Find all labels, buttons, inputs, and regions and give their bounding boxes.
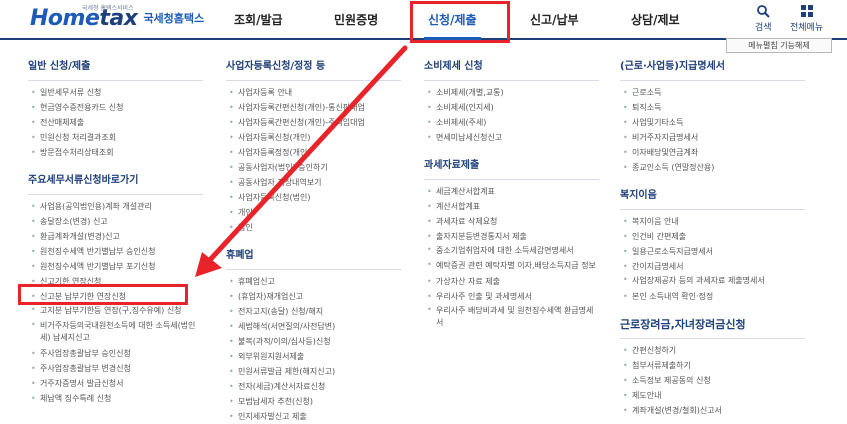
- section-title-earned-income-credit[interactable]: 근로장려금,자녀장려금신청: [620, 318, 805, 339]
- menu-item[interactable]: 전자고지(송달) 신청/해지: [226, 304, 401, 319]
- section-title-shortcuts[interactable]: 주요세무서류신청바로가기: [28, 174, 203, 195]
- nav-filing-payment[interactable]: 신고/납부: [530, 0, 579, 38]
- menu-item[interactable]: 주사업장총괄납부 승인신청: [28, 346, 203, 361]
- menu-item[interactable]: 원천징수세액 반기별납부 승인신청: [28, 244, 203, 259]
- menu-item[interactable]: 인지세자발신고 제출: [226, 409, 401, 424]
- menu-item[interactable]: 간이지급명세서: [620, 259, 805, 274]
- menu-item[interactable]: 공동사업자(법인) 승인하기: [226, 160, 401, 175]
- hometax-logo[interactable]: 국세청 홈택스서비스 Hometax 국세청홈택스: [30, 4, 204, 32]
- menu-item[interactable]: 고지분 납부기한등 연장(구,징수유예) 신청: [28, 304, 203, 319]
- search-button[interactable]: 검색: [755, 4, 772, 33]
- section-title-excise[interactable]: 소비제세 신청: [424, 60, 599, 81]
- nav-consult-report[interactable]: 상담/제보: [631, 0, 680, 38]
- menu-item[interactable]: 외부위원지원서제출: [226, 349, 401, 364]
- menu-item[interactable]: 소비제세(인지세): [424, 100, 599, 115]
- menu-item[interactable]: 민원서류발급 제한(해지신고): [226, 364, 401, 379]
- menu-item[interactable]: 주사업장총괄납부 변경신청: [28, 361, 203, 376]
- menu-column-3: 소비제세 신청 소비제세(개별,교통) 소비제세(인지세) 소비제세(주세) 면…: [424, 60, 599, 331]
- menu-item[interactable]: 계좌개설(변경/철회)신고서: [620, 403, 805, 418]
- menu-item[interactable]: 일반세무서류 신청: [28, 85, 203, 100]
- grid-menu-icon: [800, 5, 813, 17]
- nav-application[interactable]: 신청/제출: [424, 0, 481, 40]
- menu-item[interactable]: 사업자등록간편신청(개인)-주택임대업: [226, 115, 401, 130]
- menu-item[interactable]: 휴폐업신고: [226, 274, 401, 289]
- menu-item[interactable]: 중소기업취업자에 대한 소득세감면명세서: [424, 244, 599, 259]
- section-title-welfare[interactable]: 복지이음: [620, 189, 805, 210]
- menu-item[interactable]: 복지이음 안내: [620, 214, 805, 229]
- menu-item[interactable]: 계산서합계표: [424, 199, 599, 214]
- menu-item[interactable]: 방문접수처리상태조회: [28, 145, 203, 160]
- menu-item[interactable]: 법인: [226, 220, 401, 235]
- menu-item[interactable]: 민원신청 처리결과조회: [28, 130, 203, 145]
- menu-item[interactable]: 전산매체제출: [28, 115, 203, 130]
- menu-item[interactable]: 사업장제공자 등의 과세자료 제출명세서: [620, 274, 805, 289]
- section-title-general-application[interactable]: 일반 신청/제출: [28, 60, 203, 81]
- menu-item[interactable]: 인건비 간편제출: [620, 229, 805, 244]
- menu-item[interactable]: 세법해석(서면질의/사전답변): [226, 319, 401, 334]
- menu-item[interactable]: 종교인소득 (연말정산용): [620, 160, 805, 175]
- menu-item[interactable]: 출자지분등변경통지서 제출: [424, 229, 599, 244]
- menu-item[interactable]: 예탁증권 관련 예탁자별 이자,배당소득지급 정보: [424, 259, 599, 274]
- menu-item[interactable]: 사업자등록신청(개인): [226, 130, 401, 145]
- section-title-tax-data[interactable]: 과세자료제출: [424, 159, 599, 180]
- menu-item[interactable]: 송달장소(변경) 신고: [28, 214, 203, 229]
- nav-inquiry[interactable]: 조회/발급: [234, 0, 283, 38]
- menu-expand-toggle-button[interactable]: 메뉴펼침 기능해제: [726, 38, 832, 53]
- menu-item[interactable]: 우리사주 인출 및 과세명세서: [424, 289, 599, 304]
- menu-item[interactable]: 가상자산 자료 제출: [424, 274, 599, 289]
- menu-item[interactable]: 신고기한 연장신청: [28, 274, 203, 289]
- menu-item[interactable]: 근로소득: [620, 85, 805, 100]
- menu-item[interactable]: 간편신청하기: [620, 343, 805, 358]
- menu-item[interactable]: (휴업자)재개업신고: [226, 289, 401, 304]
- menu-column-2: 사업자등록신청/정정 등 사업자등록 안내 사업자등록간편신청(개인)-통신판매…: [226, 60, 401, 424]
- menu-column-4: (근로·사업등)지급명세서 근로소득 퇴직소득 사업및기타소득 비거주자지급명세…: [620, 60, 805, 418]
- menu-item[interactable]: 공동사업자 저장내역보기: [226, 175, 401, 190]
- all-menu-button[interactable]: 전체메뉴: [790, 4, 823, 33]
- menu-item[interactable]: 퇴직소득: [620, 100, 805, 115]
- menu-item[interactable]: 세금계산서합계표: [424, 184, 599, 199]
- menu-item-payment-extension[interactable]: 신고분 납부기한 연장신청: [28, 289, 203, 304]
- menu-item[interactable]: 모범납세자 추천(신청): [226, 394, 401, 409]
- menu-item[interactable]: 첨부서류제출하기: [620, 358, 805, 373]
- menu-item[interactable]: 체납액 징수특례 신청: [28, 391, 203, 406]
- menu-item[interactable]: 비거주자등의국내원천소득에 대한 소득세(법인세) 납세지신고: [28, 319, 203, 346]
- menu-item[interactable]: 면세미납세신청신고: [424, 130, 599, 145]
- menu-item[interactable]: 개인: [226, 205, 401, 220]
- menu-item[interactable]: 일용근로소득지급명세서: [620, 244, 805, 259]
- menu-item[interactable]: 거주자증명서 발급신청서: [28, 376, 203, 391]
- section-title-closure[interactable]: 휴폐업: [226, 249, 401, 270]
- menu-item[interactable]: 우리사주 배당비과세 및 원천징수세액 환급명세서: [424, 304, 599, 331]
- menu-item[interactable]: 이자배당및연금계좌: [620, 145, 805, 160]
- menu-item[interactable]: 소비제세(주세): [424, 115, 599, 130]
- nav-certificate[interactable]: 민원증명: [334, 0, 378, 38]
- menu-item[interactable]: 사업및기타소득: [620, 115, 805, 130]
- all-menu-label: 전체메뉴: [790, 23, 824, 33]
- menu-item[interactable]: 사업용(공익법인용)계좌 개설관리: [28, 199, 203, 214]
- menu-item[interactable]: 비거주자지급명세서: [620, 130, 805, 145]
- menu-item[interactable]: 현금영수증전용카드 신청: [28, 100, 203, 115]
- menu-item[interactable]: 소비제세(개별,교통): [424, 85, 599, 100]
- menu-item[interactable]: 원천징수세액 반기별납부 포기신청: [28, 259, 203, 274]
- top-header: 국세청 홈택스서비스 Hometax 국세청홈택스 조회/발급 민원증명 신청/…: [0, 0, 847, 40]
- logo-tagline: 국세청 홈택스서비스: [82, 5, 134, 12]
- search-label: 검색: [755, 23, 772, 33]
- menu-column-1: 일반 신청/제출 일반세무서류 신청 현금영수증전용카드 신청 전산매체제출 민…: [28, 60, 203, 406]
- search-icon: [757, 5, 770, 18]
- section-title-business-registration[interactable]: 사업자등록신청/정정 등: [226, 60, 401, 81]
- menu-item[interactable]: 제도안내: [620, 388, 805, 403]
- menu-item[interactable]: 사업자등록 안내: [226, 85, 401, 100]
- section-title-payment-statement[interactable]: (근로·사업등)지급명세서: [620, 60, 805, 81]
- logo-subtitle: 국세청홈택스: [143, 12, 205, 25]
- menu-item[interactable]: 불복(과적/이의/심사등)신청: [226, 334, 401, 349]
- menu-item[interactable]: 사업자등록정정(개인): [226, 145, 401, 160]
- menu-item[interactable]: 전자(세금)계산서자료신청: [226, 379, 401, 394]
- menu-item[interactable]: 사업자등록신청(법인): [226, 190, 401, 205]
- menu-item[interactable]: 사업자등록간편신청(개인)-통신판매업: [226, 100, 401, 115]
- menu-item[interactable]: 소득정보 제공동의 신청: [620, 373, 805, 388]
- menu-item[interactable]: 본인 소득내역 확인·정정: [620, 289, 805, 304]
- menu-item[interactable]: 환급계좌개설(변경)신고: [28, 229, 203, 244]
- menu-item[interactable]: 과세자료 삭제요청: [424, 214, 599, 229]
